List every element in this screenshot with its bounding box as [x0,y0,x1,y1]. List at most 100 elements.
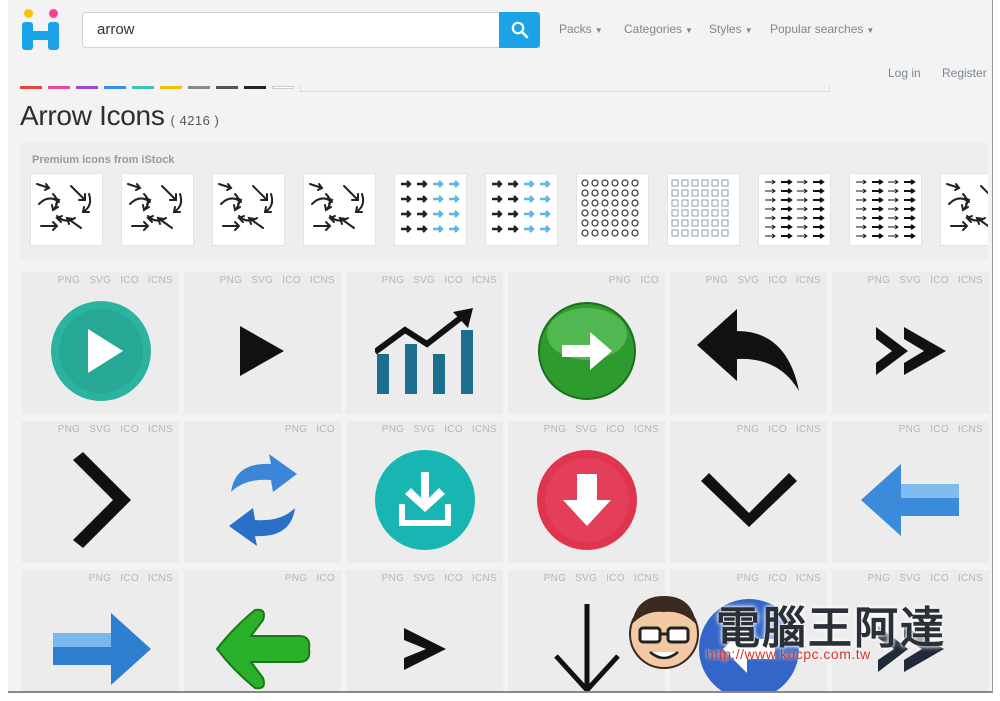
format-png-link[interactable]: PNG [609,275,632,286]
icon-card-double-chevron-right-dark[interactable]: PNG SVG ICO ICNS [832,570,989,691]
icon-card-chevron-down-black[interactable]: PNG ICO ICNS [670,421,827,563]
format-ico-link[interactable]: ICO [768,424,787,435]
format-png-link[interactable]: PNG [382,573,405,584]
icon-card-reply-arrow-black[interactable]: PNG SVG ICO ICNS [670,272,827,414]
iconfinder-logo[interactable] [22,9,62,51]
premium-thumbnail[interactable] [30,173,103,246]
format-icns-link[interactable]: ICNS [472,275,497,286]
format-png-link[interactable]: PNG [737,424,760,435]
format-ico-link[interactable]: ICO [930,424,949,435]
format-ico-link[interactable]: ICO [640,275,659,286]
icon-card-green-circle-right-arrow[interactable]: PNG ICO [508,272,665,414]
format-png-link[interactable]: PNG [868,275,891,286]
format-svg-link[interactable]: SVG [899,275,921,286]
format-svg-link[interactable]: SVG [89,275,111,286]
format-png-link[interactable]: PNG [89,573,112,584]
login-link[interactable]: Log in [888,66,921,80]
format-svg-link[interactable]: SVG [413,275,435,286]
format-png-link[interactable]: PNG [285,573,308,584]
icon-card-blue-left-arrow-3d[interactable]: PNG ICO ICNS [832,421,989,563]
search-button[interactable] [499,12,540,48]
nav-styles[interactable]: Styles ▼ [709,22,753,36]
color-filter-strip[interactable] [20,86,294,91]
format-png-link[interactable]: PNG [285,424,308,435]
icon-card-green-left-arrow-3d[interactable]: PNG ICO [184,570,341,691]
format-png-link[interactable]: PNG [544,573,567,584]
format-icns-link[interactable]: ICNS [634,573,659,584]
format-ico-link[interactable]: ICO [120,424,139,435]
format-icns-link[interactable]: ICNS [148,573,173,584]
format-icns-link[interactable]: ICNS [310,275,335,286]
format-png-link[interactable]: PNG [58,424,81,435]
format-ico-link[interactable]: ICO [120,275,139,286]
icon-card-play-circle-teal[interactable]: PNG SVG ICO ICNS [22,272,179,414]
format-png-link[interactable]: PNG [899,424,922,435]
format-ico-link[interactable]: ICO [768,573,787,584]
nav-packs[interactable]: Packs ▼ [559,22,603,36]
format-svg-link[interactable]: SVG [413,573,435,584]
premium-thumbnail[interactable] [576,173,649,246]
search-input[interactable]: arrow [82,12,540,48]
premium-thumbnail[interactable] [303,173,376,246]
format-ico-link[interactable]: ICO [444,573,463,584]
format-ico-link[interactable]: ICO [930,573,949,584]
format-icns-link[interactable]: ICNS [958,275,983,286]
format-icns-link[interactable]: ICNS [958,424,983,435]
nav-categories[interactable]: Categories ▼ [624,22,693,36]
format-icns-link[interactable]: ICNS [472,424,497,435]
format-png-link[interactable]: PNG [544,424,567,435]
format-icns-link[interactable]: ICNS [148,424,173,435]
format-ico-link[interactable]: ICO [120,573,139,584]
format-png-link[interactable]: PNG [220,275,243,286]
icon-card-play-triangle-black[interactable]: PNG SVG ICO ICNS [184,272,341,414]
format-png-link[interactable]: PNG [382,424,405,435]
format-ico-link[interactable]: ICO [444,275,463,286]
format-ico-link[interactable]: ICO [444,424,463,435]
format-png-link[interactable]: PNG [58,275,81,286]
premium-thumbnail[interactable] [212,173,285,246]
premium-thumbnail[interactable] [394,173,467,246]
premium-thumbnail[interactable] [849,173,922,246]
icon-card-chevron-right-black[interactable]: PNG SVG ICO ICNS [22,421,179,563]
format-icns-link[interactable]: ICNS [472,573,497,584]
premium-thumbnail[interactable] [485,173,558,246]
format-svg-link[interactable]: SVG [737,275,759,286]
format-icns-link[interactable]: ICNS [958,573,983,584]
format-icns-link[interactable]: ICNS [796,275,821,286]
register-link[interactable]: Register [942,66,987,80]
icon-card-blue-right-arrow-3d[interactable]: PNG ICO ICNS [22,570,179,691]
format-png-link[interactable]: PNG [706,275,729,286]
format-ico-link[interactable]: ICO [606,573,625,584]
format-icns-link[interactable]: ICNS [796,424,821,435]
format-png-link[interactable]: PNG [382,275,405,286]
icon-card-blue-circle-left-arrow[interactable]: PNG ICO ICNS [670,570,827,691]
icon-card-download-circle-teal[interactable]: PNG SVG ICO ICNS [346,421,503,563]
format-ico-link[interactable]: ICO [316,573,335,584]
format-icns-link[interactable]: ICNS [796,573,821,584]
icon-card-double-chevron-right[interactable]: PNG SVG ICO ICNS [832,272,989,414]
premium-thumbnail[interactable] [940,173,988,246]
format-svg-link[interactable]: SVG [251,275,273,286]
format-svg-link[interactable]: SVG [899,573,921,584]
icon-card-blue-refresh-arrows[interactable]: PNG ICO [184,421,341,563]
format-svg-link[interactable]: SVG [413,424,435,435]
format-png-link[interactable]: PNG [737,573,760,584]
format-svg-link[interactable]: SVG [575,573,597,584]
premium-thumbnail[interactable] [121,173,194,246]
format-ico-link[interactable]: ICO [768,275,787,286]
icon-card-download-circle-red[interactable]: PNG SVG ICO ICNS [508,421,665,563]
icon-card-small-chevron-right[interactable]: PNG SVG ICO ICNS [346,570,503,691]
format-ico-link[interactable]: ICO [282,275,301,286]
format-icns-link[interactable]: ICNS [634,424,659,435]
format-ico-link[interactable]: ICO [930,275,949,286]
premium-thumbnail[interactable] [758,173,831,246]
format-svg-link[interactable]: SVG [575,424,597,435]
format-icns-link[interactable]: ICNS [148,275,173,286]
premium-thumbnail[interactable] [667,173,740,246]
format-svg-link[interactable]: SVG [89,424,111,435]
nav-popular-searches[interactable]: Popular searches ▼ [770,22,874,36]
format-ico-link[interactable]: ICO [316,424,335,435]
icon-card-growth-chart-arrow[interactable]: PNG SVG ICO ICNS [346,272,503,414]
format-ico-link[interactable]: ICO [606,424,625,435]
icon-card-arrow-down-thin[interactable]: PNG SVG ICO ICNS [508,570,665,691]
